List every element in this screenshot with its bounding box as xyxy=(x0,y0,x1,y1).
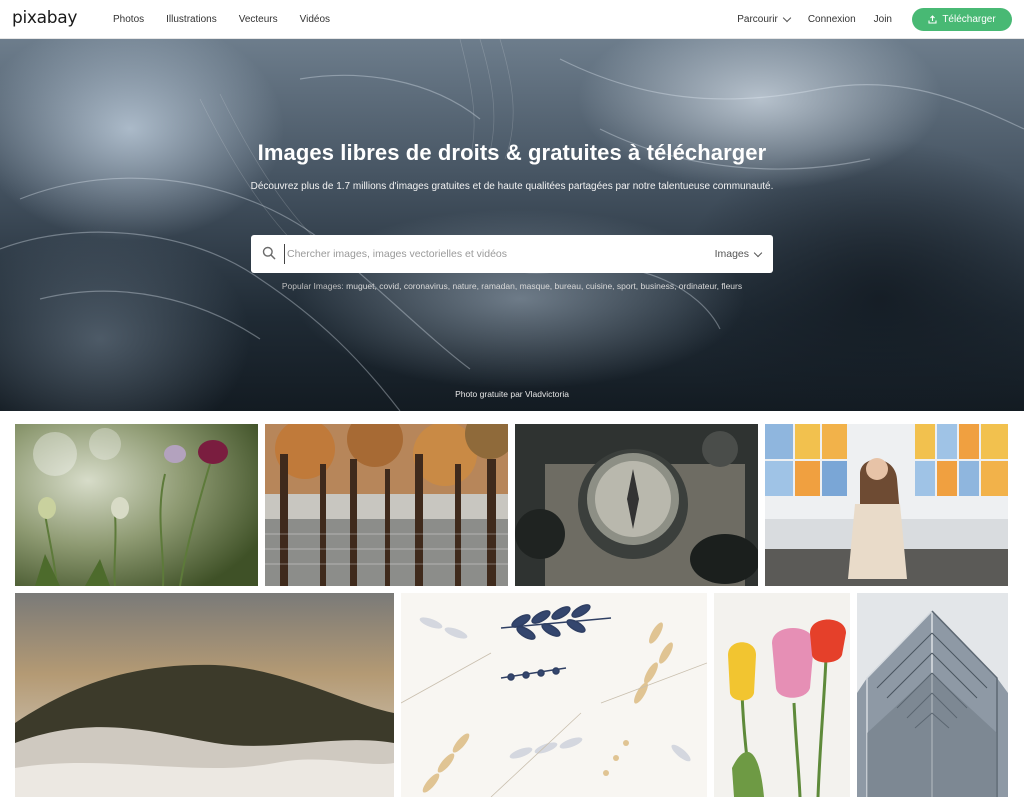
hero-subtitle: Découvrez plus de 1.7 millions d'images … xyxy=(250,181,774,192)
upload-icon xyxy=(928,15,937,24)
image-tile-skyscraper[interactable] xyxy=(857,593,1008,797)
skyscraper-image xyxy=(857,593,1008,797)
anemone-flowers-image xyxy=(15,424,258,586)
hero-background-image xyxy=(0,39,1024,411)
upload-button[interactable]: Télécharger xyxy=(912,8,1012,31)
image-tile-misty-hill[interactable] xyxy=(15,593,394,797)
image-tile-autumn-trees[interactable] xyxy=(265,424,508,586)
popular-terms[interactable]: muguet, covid, coronavirus, nature, rama… xyxy=(346,281,742,291)
popular-searches: Popular Images: muguet, covid, coronavir… xyxy=(262,280,762,292)
botanical-leaves-pattern-image xyxy=(401,593,707,797)
image-tile-tulips[interactable] xyxy=(714,593,850,797)
search-input[interactable] xyxy=(284,244,684,264)
misty-mountain-image xyxy=(15,593,394,797)
tulips-image xyxy=(714,593,850,797)
image-tile-anemones[interactable] xyxy=(15,424,258,586)
hero-title: Images libres de droits & gratuites à té… xyxy=(257,140,767,165)
nav-videos[interactable]: Vidéos xyxy=(300,14,330,25)
chevron-down-icon xyxy=(753,248,763,257)
browse-menu[interactable]: Parcourir xyxy=(737,13,792,25)
top-navbar: pixabay Photos Illustrations Vecteurs Vi… xyxy=(0,0,1024,39)
nav-photos[interactable]: Photos xyxy=(113,14,144,25)
image-tile-girl-lockers[interactable] xyxy=(765,424,1008,586)
browse-label: Parcourir xyxy=(737,14,778,25)
search-type-label: Images xyxy=(714,248,749,260)
join-link[interactable]: Join xyxy=(874,14,892,25)
primary-nav: Photos Illustrations Vecteurs Vidéos xyxy=(113,0,352,39)
pixabay-logo[interactable]: pixabay xyxy=(12,8,77,28)
hero-banner: Images libres de droits & gratuites à té… xyxy=(0,39,1024,411)
nav-vectors[interactable]: Vecteurs xyxy=(239,14,278,25)
chevron-down-icon xyxy=(782,13,792,23)
upload-label: Télécharger xyxy=(942,14,996,25)
nav-illustrations[interactable]: Illustrations xyxy=(166,14,217,25)
login-link[interactable]: Connexion xyxy=(808,14,856,25)
search-bar: Images xyxy=(251,235,773,273)
image-tile-leaves-pattern[interactable] xyxy=(401,593,707,797)
girl-colorful-lockers-image xyxy=(765,424,1008,586)
search-icon[interactable] xyxy=(262,246,276,260)
search-type-select[interactable]: Images xyxy=(714,235,763,273)
photo-credit[interactable]: Photo gratuite par Vladvictoria xyxy=(0,389,1024,399)
popular-label: Popular Images: xyxy=(281,281,344,291)
secondary-nav: Parcourir Connexion Join Télécharger xyxy=(719,0,1012,39)
autumn-trees-lake-image xyxy=(265,424,508,586)
compass-still-life-image xyxy=(515,424,758,586)
image-tile-compass[interactable] xyxy=(515,424,758,586)
